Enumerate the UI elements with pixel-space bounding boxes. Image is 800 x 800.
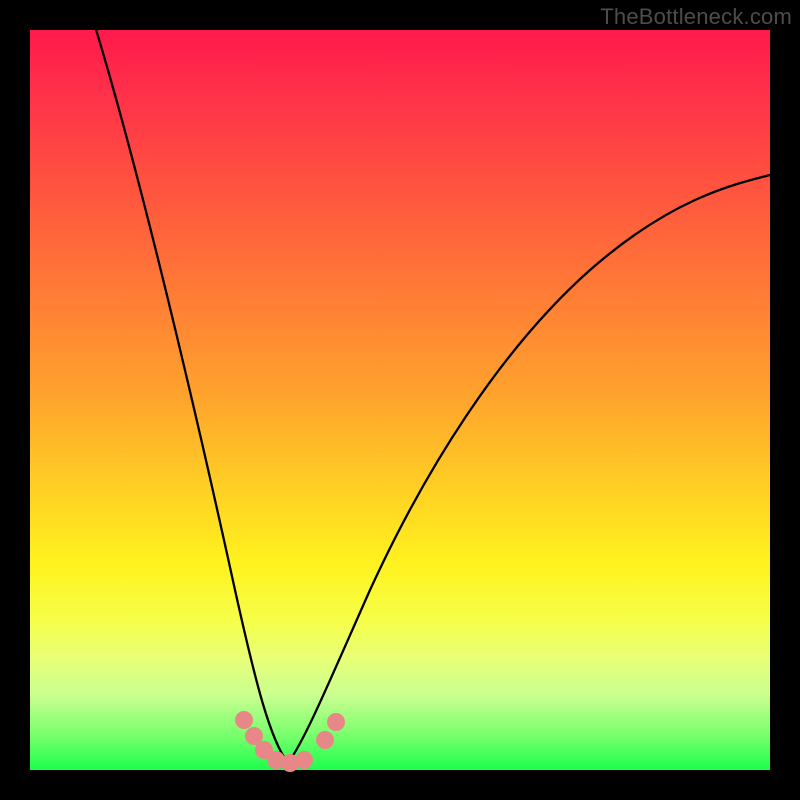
series-name-1: right-branch — [4, 786, 52, 796]
marker-group — [235, 711, 345, 772]
curve-left — [90, 10, 288, 763]
chart-svg — [30, 30, 770, 770]
marker-dot — [327, 713, 345, 731]
marker-dot — [295, 751, 313, 769]
watermark-text: TheBottleneck.com — [600, 4, 792, 30]
marker-dot — [316, 731, 334, 749]
chart-stage: TheBottleneck.com left-branch right-bran… — [0, 0, 800, 800]
plot-area — [30, 30, 770, 770]
curve-right — [288, 175, 770, 763]
marker-dot — [235, 711, 253, 729]
